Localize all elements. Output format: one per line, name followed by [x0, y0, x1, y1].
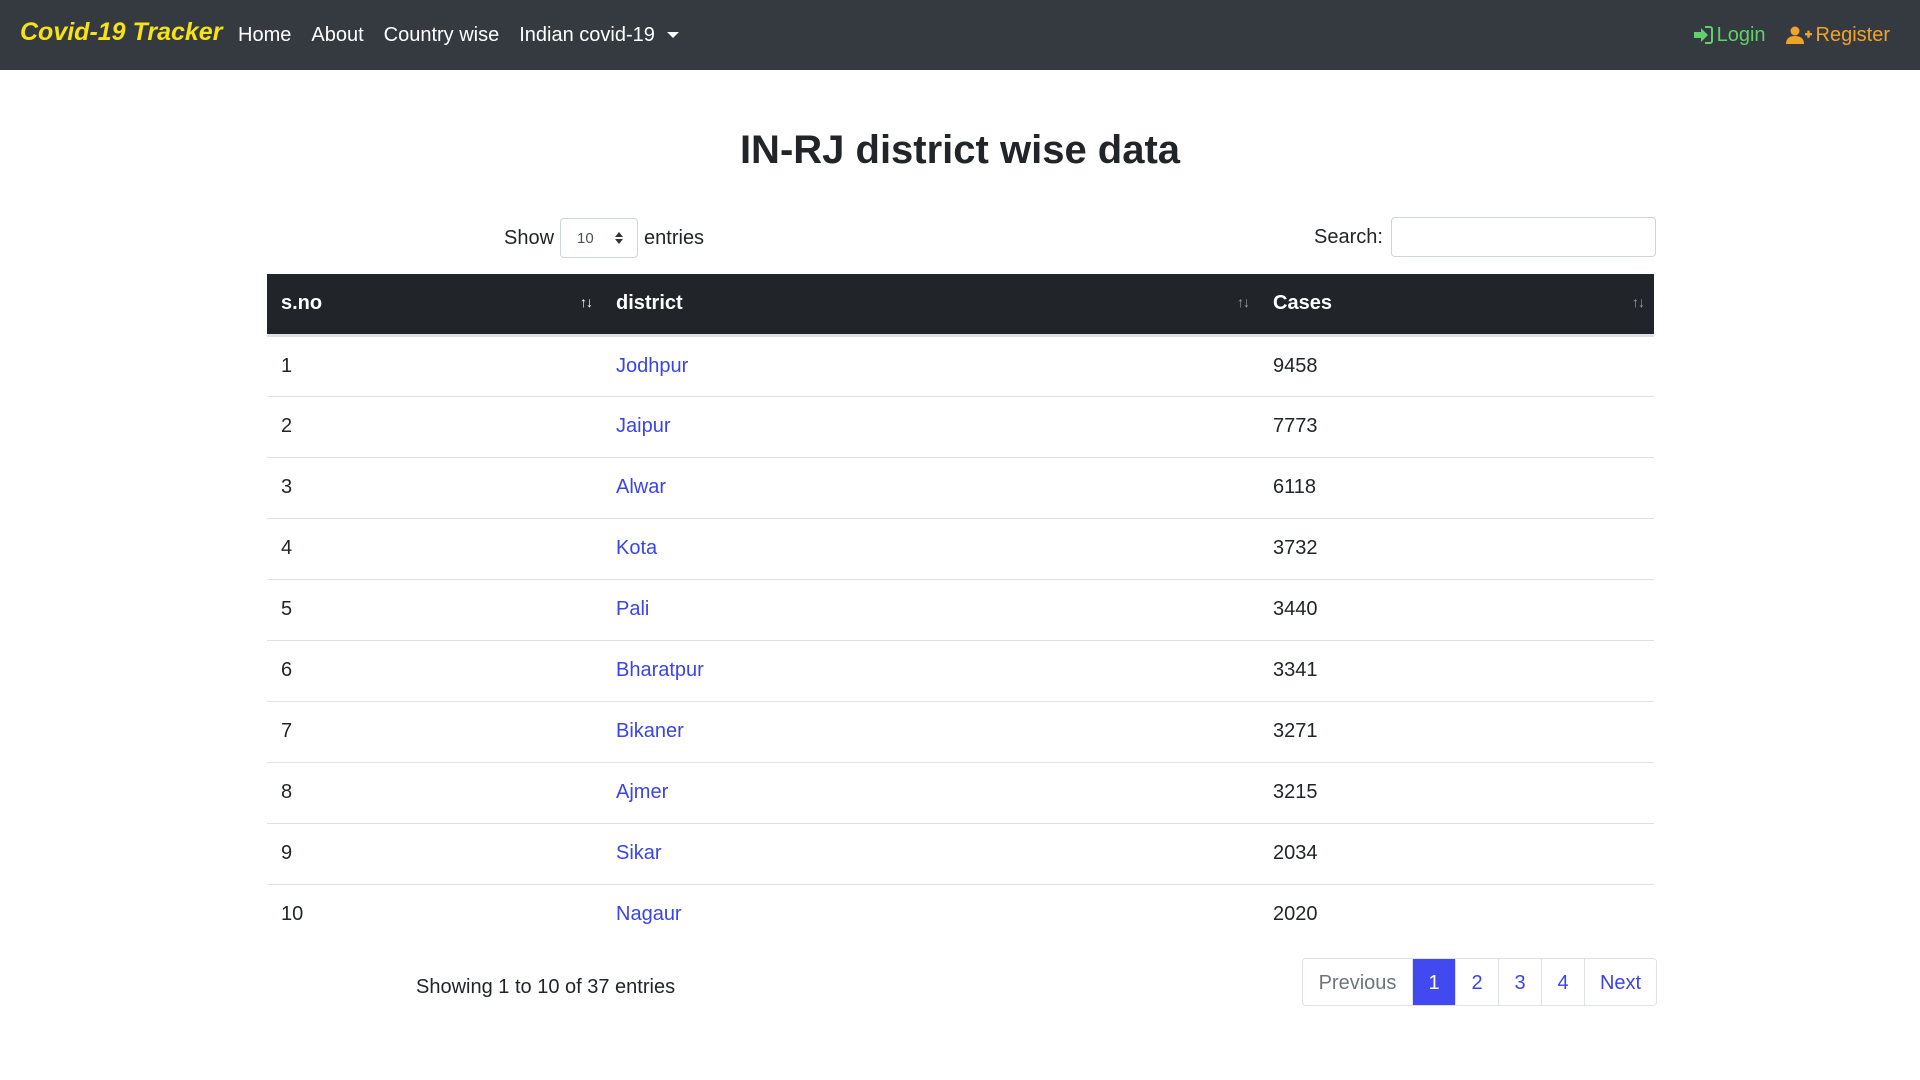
- sort-icon: ↑↓: [1632, 294, 1645, 310]
- column-header-sno-label: s.no: [281, 292, 323, 315]
- nav-about-link[interactable]: About: [311, 24, 363, 47]
- cell-sno: 1: [281, 354, 293, 377]
- district-link[interactable]: Bikaner: [616, 720, 684, 742]
- register-label: Register: [1815, 23, 1890, 46]
- cell-district: Ajmer: [602, 761, 1259, 823]
- table-row: 2 Jaipur 7773: [267, 395, 1654, 457]
- district-link[interactable]: Jaipur: [616, 415, 670, 437]
- select-updown-icon: [615, 232, 624, 244]
- nav-home-link[interactable]: Home: [238, 24, 291, 47]
- nav-auth: Login Register: [1693, 0, 1890, 70]
- search-label: Search:: [1314, 225, 1383, 248]
- cell-sno: 8: [267, 761, 602, 823]
- cell-sno: 4: [267, 517, 602, 579]
- table-header-row: s.no ↑↓ district ↑↓ Cases ↑↓: [267, 274, 1654, 337]
- nav-indian-covid-dropdown[interactable]: Indian covid-19: [519, 24, 679, 47]
- cell-cases: 3732: [1259, 517, 1654, 579]
- column-header-district[interactable]: district ↑↓: [602, 274, 1259, 337]
- table-row: 1 Jodhpur 9458: [267, 335, 1654, 396]
- entries-label: entries: [644, 226, 705, 249]
- cell-sno: 6: [267, 639, 602, 701]
- cell-sno: 2: [267, 395, 602, 457]
- sign-in-icon: [1693, 26, 1713, 44]
- table-row: 9 Sikar 2034: [267, 822, 1654, 884]
- cell-cases: 3215: [1259, 761, 1654, 823]
- table-row: 8 Ajmer 3215: [267, 761, 1654, 823]
- district-link[interactable]: Ajmer: [616, 781, 668, 803]
- table-row: 4 Kota 3732: [267, 517, 1654, 579]
- pagination-page-3[interactable]: 3: [1498, 959, 1541, 1005]
- entries-select-value: 10: [577, 229, 594, 247]
- cell-district: Nagaur: [602, 883, 1259, 945]
- sort-icon: ↑↓: [1237, 294, 1250, 310]
- district-link[interactable]: Pali: [616, 598, 649, 620]
- cell-district: Alwar: [602, 456, 1259, 518]
- table-row: 5 Pali 3440: [267, 578, 1654, 640]
- entries-select[interactable]: 10: [560, 218, 639, 258]
- sort-icon: ↑↓: [580, 294, 593, 310]
- cell-sno: 5: [267, 578, 602, 640]
- table-row: 3 Alwar 6118: [267, 456, 1654, 518]
- user-plus-icon: [1785, 26, 1812, 44]
- column-header-cases-label: Cases: [1273, 292, 1332, 315]
- table-row: 10 Nagaur 2020: [267, 883, 1654, 945]
- cell-district: Jaipur: [602, 395, 1259, 457]
- search-control: Search:: [1314, 217, 1656, 257]
- cell-cases: 7773: [1259, 395, 1654, 457]
- cell-cases: 9458: [1273, 354, 1318, 377]
- nav-dropdown-label: Indian covid-19: [519, 23, 655, 46]
- column-header-cases[interactable]: Cases ↑↓: [1259, 274, 1654, 337]
- table-info: Showing 1 to 10 of 37 entries: [416, 976, 676, 998]
- login-label: Login: [1716, 23, 1766, 46]
- cell-sno: 3: [267, 456, 602, 518]
- cell-cases: 2034: [1259, 822, 1654, 884]
- pagination-page-1[interactable]: 1: [1412, 959, 1455, 1005]
- cell-district: Bharatpur: [602, 639, 1259, 701]
- table-row: 7 Bikaner 3271: [267, 700, 1654, 762]
- cell-cases: 3440: [1259, 578, 1654, 640]
- column-header-district-label: district: [616, 292, 683, 315]
- search-input[interactable]: [1390, 217, 1656, 257]
- register-link[interactable]: Register: [1785, 23, 1890, 47]
- district-link[interactable]: Bharatpur: [616, 659, 704, 681]
- district-link[interactable]: Sikar: [616, 842, 662, 864]
- page-title: IN-RJ district wise data: [739, 128, 1181, 172]
- cell-district: Pali: [602, 578, 1259, 640]
- cell-cases: 3271: [1259, 700, 1654, 762]
- cell-district: Sikar: [602, 822, 1259, 884]
- table-row: 6 Bharatpur 3341: [267, 639, 1654, 701]
- show-label: Show: [504, 226, 555, 249]
- navbar: Covid-19 Tracker Home About Country wise…: [0, 0, 1920, 70]
- nav-country-wise-link[interactable]: Country wise: [384, 24, 500, 47]
- pagination: Previous 1 2 3 4 Next: [1302, 958, 1657, 1006]
- cell-sno: 10: [267, 883, 602, 945]
- district-table: s.no ↑↓ district ↑↓ Cases ↑↓ 1 Jodhpur 9…: [267, 274, 1654, 945]
- cell-district: Bikaner: [602, 700, 1259, 762]
- pagination-page-4[interactable]: 4: [1541, 959, 1584, 1005]
- cell-district: Jodhpur: [602, 335, 1259, 396]
- pagination-next-button[interactable]: Next: [1584, 959, 1656, 1005]
- cell-district: Kota: [602, 517, 1259, 579]
- cell-cases: 6118: [1259, 456, 1654, 518]
- pagination-page-2[interactable]: 2: [1455, 959, 1498, 1005]
- caret-down-icon: [666, 32, 679, 38]
- cell-sno: 9: [267, 822, 602, 884]
- cell-cases: 3341: [1259, 639, 1654, 701]
- login-link[interactable]: Login: [1693, 24, 1766, 47]
- entries-length-control: Show 10 entries: [504, 218, 704, 258]
- brand-logo-text[interactable]: Covid-19 Tracker: [20, 18, 222, 47]
- nav-links: Home About Country wise Indian covid-19: [238, 0, 699, 70]
- cell-sno: 7: [267, 700, 602, 762]
- district-link[interactable]: Alwar: [616, 476, 666, 498]
- cell-cases: 2020: [1259, 883, 1654, 945]
- district-link[interactable]: Kota: [616, 537, 657, 559]
- column-header-sno[interactable]: s.no ↑↓: [267, 274, 602, 337]
- district-link[interactable]: Jodhpur: [616, 355, 688, 377]
- district-link[interactable]: Nagaur: [616, 903, 682, 925]
- pagination-previous-button[interactable]: Previous: [1303, 959, 1412, 1005]
